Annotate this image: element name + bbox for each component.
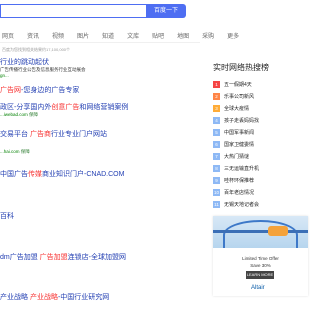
- tab-more[interactable]: 更多: [227, 31, 239, 40]
- rank-badge: 11: [213, 200, 220, 208]
- hot-item[interactable]: 5 中国军事新闻: [213, 126, 308, 138]
- rank-badge: 6: [213, 140, 220, 148]
- tab-zhidao[interactable]: 知道: [102, 31, 114, 40]
- hot-item[interactable]: 2 乐事公司新风: [213, 90, 308, 102]
- tab-bar: 网页 资讯 视频 图片 知道 文库 贴吧 地图 采购 更多: [0, 31, 252, 40]
- heat-highlight: [268, 226, 288, 236]
- hot-item[interactable]: 6 国家卫健委情: [213, 138, 308, 150]
- rank-badge: 4: [213, 116, 220, 124]
- hot-list-title: 实时网络热搜榜: [213, 63, 269, 72]
- result-url[interactable]: gn...: [0, 73, 196, 79]
- result-title[interactable]: 行业的跳动起伏: [0, 58, 196, 67]
- result-item: 行业的跳动起伏 广告传播行业公告及信息服务行业互动展会 gn...: [0, 58, 196, 79]
- rank-badge: 1: [213, 80, 220, 88]
- tab-wenku[interactable]: 文库: [127, 31, 139, 40]
- result-title[interactable]: dm广告加盟 广告加盟连锁店-全球加盟网: [0, 253, 196, 262]
- rank-badge: 10: [213, 188, 220, 196]
- result-stats: 百度为您找到相关结果约17,100,000个: [2, 47, 71, 52]
- tab-video[interactable]: 视频: [52, 31, 64, 40]
- rank-badge: 9: [213, 176, 220, 184]
- result-url[interactable]: ...hai.com 保障: [0, 149, 196, 155]
- tab-map[interactable]: 地图: [177, 31, 189, 40]
- result-url[interactable]: ...iwebad.com 保障: [0, 112, 196, 118]
- ad-line1: Limited Time Offer: [242, 256, 279, 261]
- result-title[interactable]: 中国广告传媒商业知识门户-CNAD.COM: [0, 170, 196, 179]
- hot-item[interactable]: 3 全球大疫情: [213, 102, 308, 114]
- bridge-deck: [213, 230, 308, 233]
- search-input[interactable]: [0, 4, 146, 18]
- rank-badge: 7: [213, 152, 220, 160]
- tab-news[interactable]: 资讯: [27, 31, 39, 40]
- tab-images[interactable]: 图片: [77, 31, 89, 40]
- ad-bridge-image: [213, 216, 308, 248]
- rank-badge: 3: [213, 104, 220, 112]
- result-item: 政区-分享国内外创意广告和网络营销案例 ...iwebad.com 保障: [0, 103, 196, 118]
- hot-item[interactable]: 8 三无运输直升机: [213, 162, 308, 174]
- hot-list: 1 五一假期4天 2 乐事公司新风 3 全球大疫情 4 孩子走丢妈妈找 5 中国军事新闻 …: [213, 78, 308, 210]
- tab-web[interactable]: 网页: [2, 31, 14, 40]
- rank-badge: 5: [213, 128, 220, 136]
- hot-item[interactable]: 7 大热门猜谜: [213, 150, 308, 162]
- result-title[interactable]: 交易平台 广告商行业专业门户网站: [0, 130, 196, 139]
- rank-badge: 8: [213, 164, 220, 172]
- ad-learn-more-button[interactable]: LEARN MORE: [246, 271, 274, 279]
- hot-item[interactable]: 9 哇杯环保推荐: [213, 174, 308, 186]
- search-button[interactable]: 百度一下: [146, 4, 186, 18]
- result-item: 中国广告传媒商业知识门户-CNAD.COM: [0, 170, 196, 179]
- result-title[interactable]: 百科: [0, 212, 196, 221]
- ad-brand-logo: Altair: [251, 285, 265, 291]
- hot-item[interactable]: 4 孩子走丢妈妈找: [213, 114, 308, 126]
- result-item: dm广告加盟 广告加盟连锁店-全球加盟网: [0, 253, 196, 262]
- tab-tieba[interactable]: 贴吧: [152, 31, 164, 40]
- tab-purchase[interactable]: 采购: [202, 31, 214, 40]
- result-item: 产业战略 产业战略-中国行业研究网: [0, 293, 196, 302]
- result-title[interactable]: 产业战略 产业战略-中国行业研究网: [0, 293, 196, 302]
- result-title[interactable]: 广告网-您身边的广告专家: [0, 86, 196, 95]
- rank-badge: 2: [213, 92, 220, 100]
- tabs-divider: [0, 42, 200, 43]
- result-item: 百科: [0, 212, 196, 221]
- hot-item[interactable]: 10 百年老店情况: [213, 186, 308, 198]
- ad-banner[interactable]: Limited Time Offer Save 30% LEARN MORE A…: [213, 216, 308, 296]
- result-item: 广告网-您身边的广告专家: [0, 86, 196, 95]
- result-item: 交易平台 广告商行业专业门户网站 ...hai.com 保障: [0, 130, 196, 155]
- hot-item[interactable]: 11 无锡天地记者会: [213, 198, 308, 210]
- result-title[interactable]: 政区-分享国内外创意广告和网络营销案例: [0, 103, 196, 112]
- ad-line2: Save 30%: [250, 263, 271, 268]
- hot-item[interactable]: 1 五一假期4天: [213, 78, 308, 90]
